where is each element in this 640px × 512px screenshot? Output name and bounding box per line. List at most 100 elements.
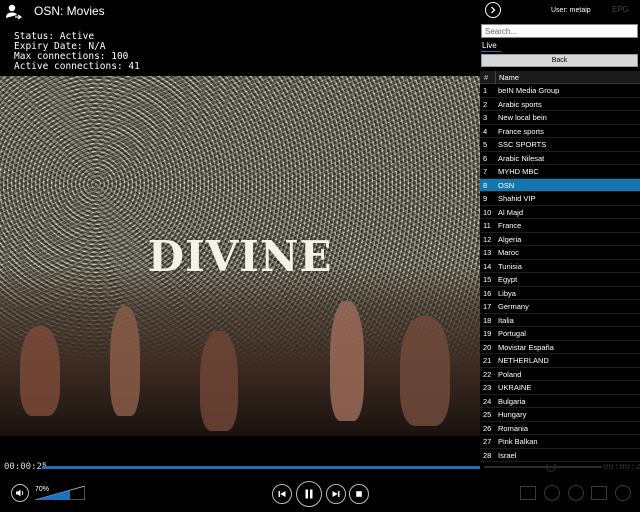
user-icon[interactable] [4,3,22,21]
channel-number: 20 [483,342,492,352]
channel-name: Al Majd [498,207,524,217]
channel-name: Italia [498,315,514,325]
category-tab-live[interactable]: Live [482,41,497,50]
channel-name: Arabic sports [498,99,542,109]
channel-row[interactable]: 4 France sports [480,125,640,138]
channel-row[interactable]: 19 Portugal [480,327,640,341]
elapsed-time: 00:00:25 [4,462,48,472]
channel-name: Movistar España [498,342,554,352]
channel-row[interactable]: 11 France [480,219,640,233]
seek-bar-track [484,466,602,468]
channel-name: Libya [498,288,516,298]
channel-row[interactable]: 1 beIN Media Group [480,84,640,98]
channel-name: Arabic Nilesat [498,153,545,163]
column-number-header[interactable]: # [484,73,488,82]
channel-name: Bulgaria [498,396,526,406]
video-hand [200,331,238,431]
channel-row[interactable]: 2 Arabic sports [480,98,640,111]
channel-name: NETHERLAND [498,356,549,365]
channel-number: 16 [483,288,492,298]
channel-row[interactable]: 15 Egypt [480,273,640,287]
channel-row[interactable]: 17 Germany [480,300,640,314]
channel-row[interactable]: 14 Tunisia [480,260,640,273]
volume-icon[interactable] [11,484,29,502]
volume-percent: 70% [35,486,50,493]
channel-number: 2 [483,99,488,109]
stop-icon[interactable] [349,484,369,504]
channel-number: 7 [483,167,488,176]
channel-row[interactable]: 3 New local bein [480,111,640,125]
active-connections-line: Active connections: 41 [14,61,140,72]
channel-row[interactable]: 9 Shahid VIP [480,192,640,206]
channel-row[interactable]: 5 SSC SPORTS [480,138,640,152]
video-player[interactable]: DIVINE [0,76,480,436]
list-header: # Name [480,71,640,84]
channel-row[interactable]: 16 Libya [480,287,640,300]
channel-row[interactable]: 21 NETHERLAND [480,354,640,368]
status-panel: Status: Active Expiry Date: N/A Max conn… [10,30,170,72]
channel-row[interactable]: 20 Movistar España [480,341,640,354]
channel-number: 17 [483,302,492,311]
channel-name: Shahid VIP [498,194,536,203]
pause-icon[interactable] [296,481,322,507]
channel-number: 3 [483,113,488,122]
channel-list[interactable]: 1 beIN Media Group 2 Arabic sports 3 New loca… [480,84,640,464]
channel-name: Germany [498,302,529,311]
search-input[interactable] [481,24,638,38]
channel-number: 25 [483,410,492,419]
channel-name: OSN [498,180,515,190]
channel-number: 19 [483,329,492,338]
subtitle-icon[interactable] [520,486,536,500]
channel-number: 12 [483,234,492,244]
channel-number: 23 [483,383,492,392]
channel-name: UKRAINE [498,383,532,392]
channel-row[interactable]: 23 UKRAINE [480,381,640,395]
arrow-right-icon[interactable] [485,2,501,18]
settings-icon[interactable] [615,485,631,501]
channel-row[interactable]: 10 Al Majd [480,206,640,219]
channel-row[interactable]: 8 OSN [480,178,640,192]
channel-number: 11 [483,221,491,230]
back-button[interactable]: Back [481,54,638,67]
channel-row[interactable]: 28 Israel [480,449,640,462]
channel-number: 6 [483,153,488,163]
channel-number: 27 [483,437,492,446]
channel-number: 13 [483,248,492,257]
channel-name: Pink Balkan [498,437,538,446]
channel-name: France [498,221,522,230]
channel-row[interactable]: 22 Poland [480,368,640,381]
fullscreen-icon[interactable] [591,486,607,500]
channel-name: Maroc [498,248,519,257]
channel-name: Portugal [498,329,526,338]
channel-row[interactable]: 26 Romania [480,422,640,435]
previous-icon[interactable] [272,484,292,504]
channel-row[interactable]: 6 Arabic Nilesat [480,152,640,165]
channel-name: Egypt [498,275,518,284]
epg-button[interactable]: EPG [612,5,629,14]
channel-row[interactable]: 7 MYHD MBC [480,165,640,179]
record-icon[interactable] [544,485,560,501]
audio-track-icon[interactable] [568,485,584,501]
channel-row[interactable]: 12 Algeria [480,233,640,246]
channel-name: SSC SPORTS [498,140,547,149]
channel-number: 10 [483,207,492,217]
channel-name: France sports [498,126,544,136]
channel-row[interactable]: 18 Italia [480,314,640,327]
channel-number: 21 [483,356,492,365]
next-icon[interactable] [326,484,346,504]
channel-name: Hungary [498,410,527,419]
channel-number: 26 [483,423,492,433]
channel-number: 8 [483,180,488,190]
channel-number: 9 [483,194,488,203]
channel-row[interactable]: 25 Hungary [480,408,640,422]
channel-row[interactable]: 27 Pink Balkan [480,435,640,449]
channel-row[interactable]: 24 Bulgaria [480,395,640,408]
video-overlay-title: DIVINE [147,232,333,281]
top-bar: OSN: Movies [0,0,480,24]
seek-bar[interactable] [42,466,480,469]
column-name-header[interactable]: Name [499,73,519,82]
channel-row[interactable]: 13 Maroc [480,246,640,260]
channel-number: 14 [483,261,492,271]
channel-number: 18 [483,315,492,325]
channel-name: Poland [498,369,522,379]
